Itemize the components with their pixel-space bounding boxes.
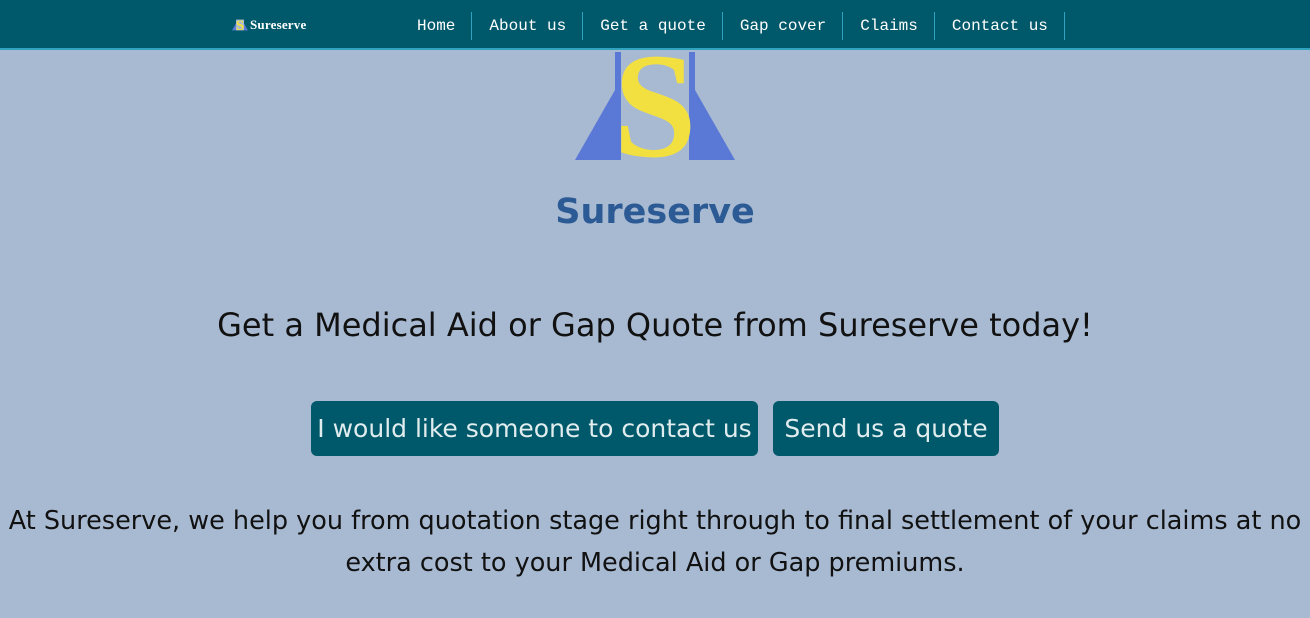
site-name: Sureserve [555,192,755,232]
nav-contact-us[interactable]: Contact us [935,12,1065,40]
svg-text:S: S [613,52,696,160]
send-quote-button[interactable]: Send us a quote [773,401,999,456]
sureserve-logo: S [575,52,735,160]
brand-name: Sureserve [250,17,307,32]
nav-claims[interactable]: Claims [843,12,935,40]
top-navbar: S Sureserve Home About us Get a quote Ga… [0,0,1310,50]
nav-links: Home About us Get a quote Gap cover Clai… [400,12,1065,40]
sureserve-logo-icon: S [232,18,248,34]
brand-link[interactable]: S Sureserve [232,15,306,35]
nav-get-a-quote[interactable]: Get a quote [583,12,723,40]
hero-tagline: Get a Medical Aid or Gap Quote from Sure… [217,306,1093,344]
nav-home[interactable]: Home [400,12,473,40]
nav-gap-cover[interactable]: Gap cover [723,12,844,40]
hero-description: At Sureserve, we help you from quotation… [8,506,1302,578]
nav-about-us[interactable]: About us [472,12,584,40]
contact-me-button[interactable]: I would like someone to contact us [311,401,758,456]
svg-text:S: S [236,18,244,34]
